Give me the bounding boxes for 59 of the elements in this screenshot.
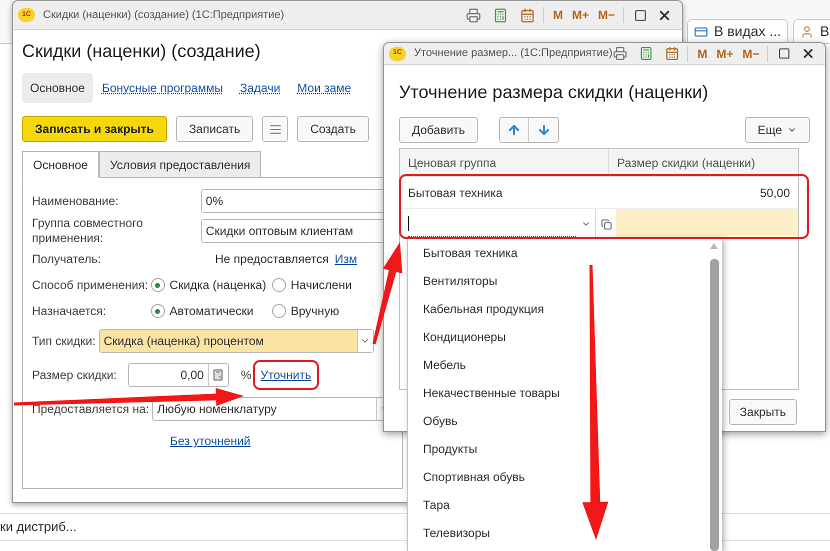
dropdown-item[interactable]: Кабельная продукция — [423, 295, 708, 323]
field-label: Размер скидки: — [32, 367, 117, 384]
field-label: Предоставляется на: — [32, 401, 150, 418]
refine-link[interactable]: Уточнить — [260, 366, 312, 384]
field-label: Назначается: — [32, 303, 108, 320]
field-label: Способ применения: — [32, 277, 150, 294]
memory-button[interactable]: M+ — [572, 6, 589, 24]
memory-button[interactable]: M — [697, 44, 708, 62]
nav-link[interactable]: Основное — [22, 73, 93, 103]
memory-button[interactable]: M+ — [716, 44, 734, 62]
nav-link[interactable]: Мои заме — [289, 73, 360, 103]
radio-label: Вручную — [290, 303, 340, 320]
window-title: Скидки (наценки) (создание) (1С:Предприятие) — [43, 8, 284, 23]
app-tab[interactable]: В — [793, 19, 830, 43]
form-tab[interactable]: Основное — [22, 151, 99, 178]
nav-link[interactable]: Задачи — [232, 73, 288, 103]
dropdown-item[interactable]: Мебель — [423, 351, 708, 379]
dropdown-item[interactable]: Некачественные товары — [423, 379, 708, 407]
number-field[interactable]: 0,00 — [128, 363, 229, 387]
memory-button[interactable]: M — [552, 6, 563, 24]
column-header[interactable]: Размер скидки (наценки) — [609, 149, 798, 176]
dropdown-item[interactable]: Телевизоры — [423, 519, 708, 547]
field-value: Не предоставляется — [215, 251, 329, 268]
no-refinement-link[interactable]: Без уточнений — [170, 432, 250, 450]
dropdown-item[interactable]: Обувь — [423, 407, 708, 435]
dropdown-item[interactable]: Вентиляторы — [423, 267, 708, 295]
form-tab[interactable]: Условия предоставления — [98, 151, 262, 178]
table-cell-text: Бытовая техника — [407, 184, 504, 202]
dialog-heading: Уточнение размера скидки (наценки) — [399, 81, 708, 104]
field-label: Тип скидки: — [32, 333, 96, 350]
select-field[interactable]: Скидка (наценка) процентом — [98, 329, 374, 353]
more-button[interactable]: Еще — [744, 117, 810, 143]
change-link[interactable]: Изм — [334, 250, 358, 268]
dropdown-item[interactable]: Спортивная обувь — [423, 463, 708, 491]
radio-label: Автоматически — [170, 303, 254, 320]
window-title: Уточнение размер... (1С:Предприятие) — [414, 46, 613, 62]
form-heading: Скидки (наценки) (создание) — [22, 40, 261, 63]
unit-label: % — [240, 367, 252, 384]
field-label: Группа совместного применения: — [32, 216, 144, 246]
save-close-button[interactable]: Записать и закрыть — [22, 116, 167, 142]
dropdown-item[interactable]: Кондиционеры — [423, 323, 708, 351]
close-button[interactable]: Закрыть — [728, 399, 797, 425]
table-cell-text: 50,00 — [758, 184, 791, 202]
toolbar-button[interactable]: Создать — [297, 116, 369, 142]
memory-button[interactable]: M− — [742, 44, 760, 62]
list-row-text: ки дистриб... — [0, 518, 77, 536]
dropdown-item[interactable]: Тара — [423, 491, 708, 519]
field-label: Получатель: — [32, 251, 102, 268]
radio-label: Начислени — [290, 277, 352, 294]
field-label: Наименование: — [32, 194, 120, 208]
app-tab[interactable]: В видах ... — [687, 19, 788, 43]
dropdown-item[interactable]: Бытовая техника — [423, 239, 708, 267]
memory-button[interactable]: M− — [598, 6, 615, 24]
nav-link[interactable]: Бонусные программы — [94, 73, 231, 103]
toolbar-button[interactable]: Записать — [176, 116, 254, 142]
column-header[interactable]: Ценовая группа — [400, 149, 609, 176]
radio-label: Скидка (наценка) — [170, 277, 266, 294]
add-button[interactable]: Добавить — [399, 117, 478, 143]
dropdown-item[interactable]: Продукты — [423, 435, 708, 463]
